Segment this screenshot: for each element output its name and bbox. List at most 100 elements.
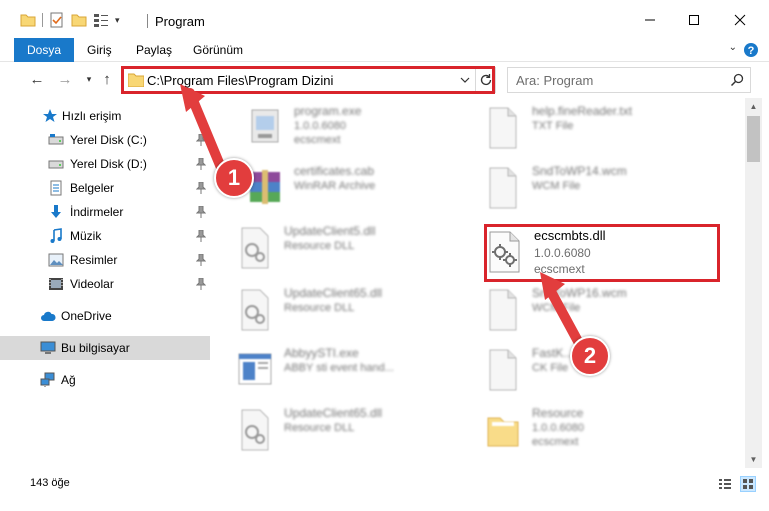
generic-file-icon: [489, 289, 517, 331]
arrow-right-icon: →: [57, 70, 73, 88]
sidebar-item-label: Videolar: [70, 277, 114, 291]
sidebar-item-local-disk-d[interactable]: Yerel Disk (D:): [0, 152, 210, 176]
dll-icon: [241, 409, 269, 451]
file-version: 1.0.0.6080: [534, 246, 591, 260]
help-icon[interactable]: ?: [743, 42, 759, 58]
file-item-ecscmbts-dll[interactable]: ecscmbts.dll 1.0.0.6080 ecscmext: [486, 224, 726, 280]
file-detail: WinRAR Archive: [294, 180, 376, 192]
exe-icon: [251, 109, 279, 143]
view-options-icon[interactable]: [93, 12, 109, 28]
customize-qat-chevron-icon[interactable]: ▾: [115, 15, 120, 26]
file-name: help.fineReader.txt: [532, 104, 633, 118]
pin-icon[interactable]: [196, 278, 206, 290]
sidebar-item-videos[interactable]: Videolar: [0, 272, 210, 296]
file-item[interactable]: help.fineReader.txt TXT File: [484, 100, 724, 156]
expand-ribbon-chevron-icon[interactable]: ⌄: [729, 42, 737, 53]
vertical-scrollbar[interactable]: ▲ ▼: [745, 98, 762, 468]
file-item[interactable]: UpdateClient5.dll Resource DLL: [236, 220, 476, 276]
dll-icon: [241, 289, 269, 331]
file-item[interactable]: SndToWP16.wcm WCM File: [484, 282, 724, 338]
sidebar-item-quick-access[interactable]: Hızlı erişim: [0, 104, 210, 128]
close-icon: [734, 14, 746, 26]
sidebar-item-music[interactable]: Müzik: [0, 224, 210, 248]
sidebar-item-local-disk-c[interactable]: Yerel Disk (C:): [0, 128, 210, 152]
sidebar-item-this-pc[interactable]: Bu bilgisayar: [0, 336, 210, 360]
tab-file[interactable]: Dosya: [14, 38, 74, 62]
file-item[interactable]: UpdateClient65.dll Resource DLL: [236, 282, 476, 338]
file-item[interactable]: certificates.cab WinRAR Archive: [246, 160, 486, 216]
up-button[interactable]: ↑: [98, 70, 116, 88]
file-name: certificates.cab: [294, 164, 375, 178]
recent-locations-button[interactable]: ▾: [80, 70, 98, 88]
file-detail: ecscmext: [532, 436, 579, 448]
details-view-icon[interactable]: [717, 476, 733, 492]
file-detail: Resource DLL: [284, 240, 355, 252]
scrollbar-thumb[interactable]: [747, 116, 760, 162]
tab-home[interactable]: Giriş: [87, 43, 112, 57]
scroll-down-icon[interactable]: ▼: [745, 451, 762, 468]
tab-view[interactable]: Görünüm: [193, 43, 243, 57]
title-bar: ▾ Program: [0, 0, 769, 42]
cloud-icon: [41, 311, 56, 321]
file-item[interactable]: SndToWP14.wcm WCM File: [484, 160, 724, 216]
pin-icon[interactable]: [196, 254, 206, 266]
sidebar-item-label: Belgeler: [70, 181, 115, 195]
dll-icon: [489, 231, 520, 273]
maximize-button[interactable]: [684, 10, 704, 30]
status-bar: 143 öğe: [0, 468, 769, 498]
file-item[interactable]: Resource 1.0.0.6080 ecscmext: [484, 402, 724, 458]
pin-icon[interactable]: [196, 206, 206, 218]
quick-access-toolbar: ▾: [20, 12, 120, 28]
computer-icon: [40, 341, 56, 354]
address-path[interactable]: C:\Program Files\Program Dizini: [147, 73, 333, 88]
sidebar-item-network[interactable]: Ağ: [0, 368, 210, 392]
dll-icon: [241, 227, 269, 269]
pin-icon[interactable]: [196, 230, 206, 242]
refresh-button[interactable]: [475, 68, 495, 92]
new-folder-icon[interactable]: [71, 12, 87, 28]
pin-icon[interactable]: [196, 158, 206, 170]
properties-icon[interactable]: [49, 12, 65, 28]
svg-text:?: ?: [748, 45, 755, 57]
tab-share[interactable]: Paylaş: [136, 43, 172, 57]
back-button[interactable]: ←: [28, 70, 46, 88]
search-icon[interactable]: [730, 73, 744, 87]
sidebar-item-pictures[interactable]: Resimler: [0, 248, 210, 272]
music-icon: [50, 228, 62, 243]
drive-icon: [48, 134, 64, 145]
pin-icon[interactable]: [196, 134, 206, 146]
file-item[interactable]: program.exe 1.0.0.6080 ecscmext: [246, 100, 486, 156]
file-name: Resource: [532, 406, 584, 420]
address-dropdown-icon[interactable]: [459, 72, 473, 88]
file-detail: WCM File: [532, 180, 581, 192]
close-button[interactable]: [730, 10, 750, 30]
search-input[interactable]: [516, 72, 716, 88]
tiles-view-button[interactable]: [740, 476, 756, 492]
forward-button[interactable]: →: [56, 70, 74, 88]
scroll-up-icon[interactable]: ▲: [745, 98, 762, 115]
maximize-icon: [689, 15, 699, 25]
pin-icon[interactable]: [196, 182, 206, 194]
navigation-bar: ← → ▾ ↑ C:\Program Files\Program Dizini: [0, 62, 769, 98]
minimize-button[interactable]: [640, 10, 660, 30]
tiles-view-icon: [743, 479, 753, 489]
file-name: program.exe: [294, 104, 362, 118]
file-detail: ecscmext: [294, 134, 341, 146]
file-item[interactable]: AbbyySTI.exe ABBY sti event hand...: [236, 342, 476, 398]
file-name: SndToWP14.wcm: [532, 164, 627, 178]
sidebar-item-label: Yerel Disk (C:): [70, 133, 147, 147]
documents-icon: [50, 180, 62, 196]
file-item[interactable]: UpdateClient65.dll Resource DLL: [236, 402, 476, 458]
search-box[interactable]: [507, 67, 751, 93]
address-bar[interactable]: C:\Program Files\Program Dizini: [122, 67, 496, 93]
generic-file-icon: [489, 167, 517, 209]
qat-separator: [42, 13, 43, 27]
sidebar-item-onedrive[interactable]: OneDrive: [0, 304, 210, 328]
sidebar-item-downloads[interactable]: İndirmeler: [0, 200, 210, 224]
folder-icon: [487, 417, 519, 447]
file-description: ecscmext: [534, 262, 585, 276]
file-name: AbbyySTI.exe: [284, 346, 359, 360]
file-list: program.exe 1.0.0.6080 ecscmext help.fin…: [212, 98, 745, 468]
sidebar-item-documents[interactable]: Belgeler: [0, 176, 210, 200]
arrow-left-icon: ←: [29, 70, 45, 88]
